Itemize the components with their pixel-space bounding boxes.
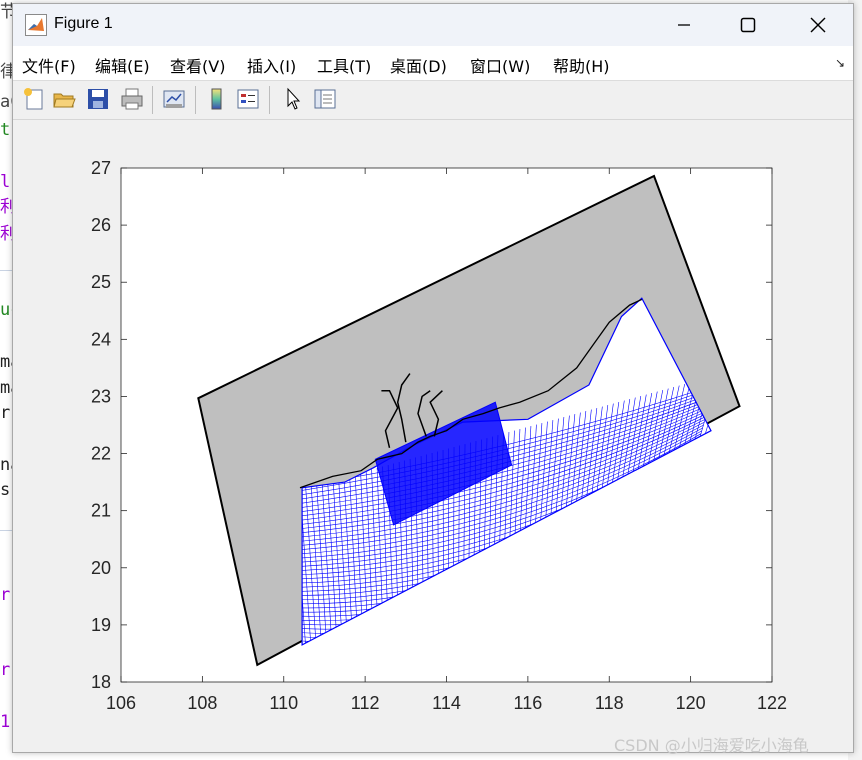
y-tick-label: 27 [91,158,111,178]
y-tick-label: 26 [91,215,111,235]
menu-help[interactable]: 帮助(H) [553,53,610,77]
window-title: Figure 1 [54,15,113,32]
legend-icon[interactable] [235,86,261,112]
bg-fragment: 利 [0,197,12,217]
watermark: CSDN @小归海爱吃小海龟 [614,736,809,755]
bg-fragment: ma [0,378,12,398]
y-tick-label: 18 [91,672,111,692]
map-plot[interactable]: 106 108 110 112 114 116 118 120 122 18 19 20 21 22 23 2… [13,120,853,752]
bg-fragment: 律 [0,62,12,82]
bg-fragment: 利 [0,224,12,244]
colorbar-icon[interactable] [204,86,230,112]
y-tick-label: 22 [91,444,111,464]
matlab-icon [25,14,47,36]
x-tick-label: 116 [514,693,543,713]
bg-fragment: s [0,480,11,500]
print-icon[interactable] [119,86,145,112]
y-tick-label: 19 [91,615,111,635]
maximize-icon [740,17,756,33]
close-button[interactable] [795,4,841,46]
title-bar[interactable]: Figure 1 [13,4,853,46]
x-tick-label: 122 [757,693,787,713]
toolbar [13,81,853,120]
property-inspector-icon[interactable] [312,86,338,112]
y-tick-label: 24 [91,329,111,349]
y-tick-label: 23 [91,386,111,406]
save-icon[interactable] [85,86,111,112]
menu-bar: 文件(F) 编辑(E) 查看(V) 插入(I) 工具(T) 桌面(D) 窗口(W… [13,46,853,81]
menu-desktop[interactable]: 桌面(D) [390,53,447,77]
menu-window[interactable]: 窗口(W) [470,53,530,77]
bg-fragment: 1 [0,712,11,732]
x-tick-label: 114 [432,693,461,713]
x-tick-label: 112 [351,693,380,713]
link-plot-icon[interactable] [161,86,187,112]
bg-fragment: r [0,403,11,423]
x-tick-label: 108 [187,693,217,713]
figure-canvas[interactable]: 106 108 110 112 114 116 118 120 122 18 19 20 21 22 23 2… [13,120,853,752]
bg-fragment: t [0,120,11,140]
menu-file[interactable]: 文件(F) [22,53,76,77]
bg-fragment: aC [0,92,12,112]
toolbar-separator [195,86,196,114]
bg-fragment: r [0,660,11,680]
bg-fragment: r [0,585,11,605]
bg-fragment: 节 [0,2,12,22]
open-icon[interactable] [51,86,77,112]
x-tick-label: 106 [106,693,136,713]
menu-view[interactable]: 查看(V) [170,53,225,77]
toolbar-separator [152,86,153,114]
menu-insert[interactable]: 插入(I) [247,53,296,77]
toolbar-separator [269,86,270,114]
minimize-button[interactable] [661,4,707,46]
bg-fragment: uc [0,300,12,320]
bg-fragment: ma [0,352,12,372]
y-tick-label: 21 [91,501,111,521]
new-figure-icon[interactable] [21,86,47,112]
y-tick-label: 20 [91,558,111,578]
edit-plot-icon[interactable] [280,86,306,112]
bg-fragment: l [0,172,11,192]
figure-window: Figure 1 文件(F) 编辑(E) 查看(V) 插入(I) 工具(T) 桌… [12,3,854,753]
bg-fragment: na [0,455,12,475]
menu-tools[interactable]: 工具(T) [317,53,371,77]
dock-arrow-icon[interactable]: ↘ [835,56,845,70]
y-tick-label: 25 [91,272,111,292]
x-tick-label: 118 [595,693,624,713]
x-tick-label: 110 [269,693,298,713]
menu-edit[interactable]: 编辑(E) [95,53,150,77]
maximize-button[interactable] [725,4,771,46]
minimize-icon [678,24,690,26]
x-tick-label: 120 [676,693,706,713]
close-icon [810,17,826,33]
